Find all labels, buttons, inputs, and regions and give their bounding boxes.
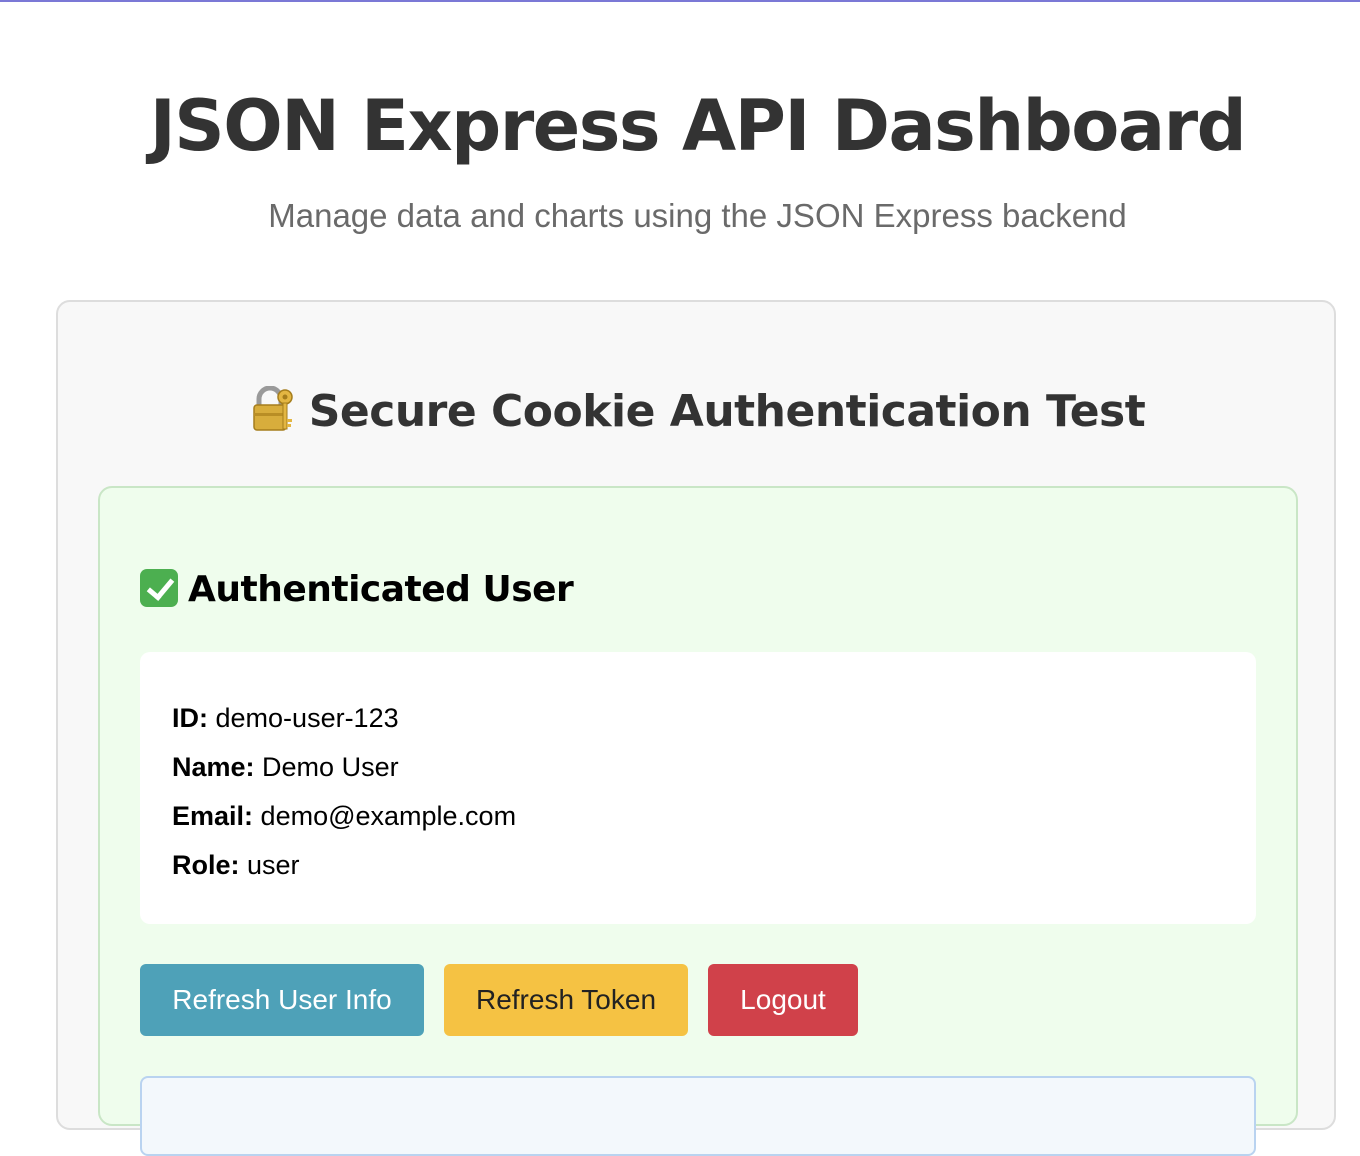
user-email-value: demo@example.com — [260, 801, 517, 831]
refresh-user-info-button[interactable]: Refresh User Info — [140, 964, 424, 1036]
top-border-line — [0, 0, 1360, 2]
token-info-box — [140, 1076, 1256, 1156]
user-role-label: Role: — [172, 850, 240, 880]
refresh-token-button[interactable]: Refresh Token — [444, 964, 688, 1036]
check-mark-icon — [140, 569, 178, 607]
page-title: JSON Express API Dashboard — [149, 85, 1247, 167]
auth-test-panel: Secure Cookie Authentication Test Authen… — [56, 300, 1338, 1156]
auth-panel-heading-text: Secure Cookie Authentication Test — [308, 386, 1146, 437]
user-role-row: Role: user — [172, 841, 1256, 890]
user-role-value: user — [247, 850, 300, 880]
user-info-box: ID: demo-user-123 Name: Demo User Email:… — [140, 652, 1256, 924]
authenticated-user-card: Authenticated User ID: demo-user-123 Nam… — [98, 486, 1298, 1156]
user-id-label: ID: — [172, 703, 208, 733]
logout-button[interactable]: Logout — [708, 964, 858, 1036]
auth-panel-heading: Secure Cookie Authentication Test — [58, 386, 1338, 439]
user-email-label: Email: — [172, 801, 254, 831]
page-subtitle: Manage data and charts using the JSON Ex… — [268, 197, 1127, 234]
user-name-label: Name: — [172, 752, 255, 782]
user-id-value: demo-user-123 — [215, 703, 399, 733]
user-id-row: ID: demo-user-123 — [172, 694, 1256, 743]
user-name-value: Demo User — [262, 752, 399, 782]
lock-with-key-icon — [252, 386, 293, 431]
user-name-row: Name: Demo User — [172, 743, 1256, 792]
authenticated-user-heading: Authenticated User — [140, 568, 574, 611]
authenticated-user-heading-text: Authenticated User — [188, 569, 574, 610]
user-email-row: Email: demo@example.com — [172, 792, 1256, 841]
